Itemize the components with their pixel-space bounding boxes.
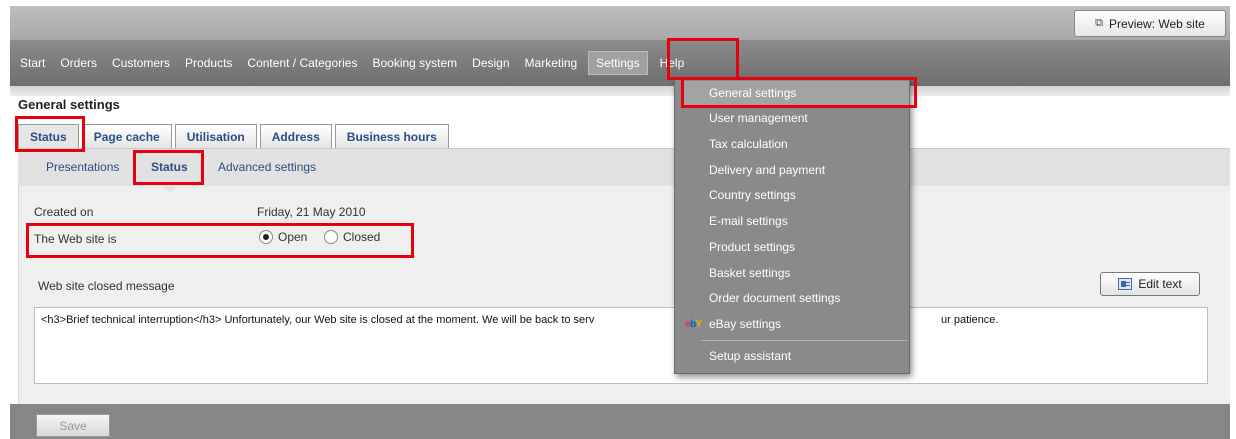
subtab-pointer xyxy=(160,184,180,192)
nav-item-products[interactable]: Products xyxy=(185,56,232,70)
tab-status[interactable]: Status xyxy=(18,124,79,148)
subtab-advanced-settings[interactable]: Advanced settings xyxy=(218,160,316,174)
menu-item-order-document-settings[interactable]: Order document settings xyxy=(675,286,911,310)
subtab-presentations[interactable]: Presentations xyxy=(46,160,119,174)
radio-closed-indicator[interactable] xyxy=(324,230,338,244)
radio-closed[interactable]: Closed xyxy=(324,230,380,244)
settings-tabs: Status Page cache Utilisation Address Bu… xyxy=(18,124,452,148)
nav-item-design[interactable]: Design xyxy=(472,56,509,70)
main-navigation: Start Orders Customers Products Content … xyxy=(10,40,1230,86)
radio-open-indicator[interactable] xyxy=(259,230,273,244)
nav-shadow xyxy=(10,86,1230,96)
created-on-value: Friday, 21 May 2010 xyxy=(257,205,366,219)
radio-open[interactable]: Open xyxy=(259,230,307,244)
menu-item-general-settings[interactable]: General settings xyxy=(683,81,909,105)
radio-open-label: Open xyxy=(278,230,308,244)
nav-item-settings[interactable]: Settings xyxy=(588,51,648,75)
nav-item-help[interactable]: Help xyxy=(660,56,685,70)
edit-text-button[interactable]: Edit text xyxy=(1100,272,1200,296)
menu-item-setup-assistant[interactable]: Setup assistant xyxy=(675,344,911,368)
created-on-label: Created on xyxy=(34,205,94,219)
closed-message-text: <h3>Brief technical interruption</h3> Un… xyxy=(41,314,595,326)
menu-item-basket-settings[interactable]: Basket settings xyxy=(675,261,911,285)
menu-item-user-management[interactable]: User management xyxy=(675,106,911,130)
nav-item-customers[interactable]: Customers xyxy=(112,56,170,70)
menu-item-ebay-settings[interactable]: ebY eBay settings xyxy=(675,312,911,336)
external-link-icon: ⧉ xyxy=(1095,17,1104,29)
menu-item-product-settings[interactable]: Product settings xyxy=(675,235,911,259)
top-bar: ⧉ Preview: Web site xyxy=(10,6,1230,40)
menu-item-country-settings[interactable]: Country settings xyxy=(675,183,911,207)
tab-utilisation[interactable]: Utilisation xyxy=(174,124,257,148)
closed-message-label: Web site closed message xyxy=(38,279,175,293)
page-title: General settings xyxy=(18,97,120,112)
tab-business-hours[interactable]: Business hours xyxy=(334,124,449,148)
nav-item-booking-system[interactable]: Booking system xyxy=(372,56,457,70)
settings-dropdown-menu: General settings User management Tax cal… xyxy=(674,78,910,374)
preview-website-label: Preview: Web site xyxy=(1109,16,1205,31)
preview-website-button[interactable]: ⧉ Preview: Web site xyxy=(1074,10,1226,37)
menu-item-delivery-and-payment[interactable]: Delivery and payment xyxy=(675,158,911,182)
tab-address[interactable]: Address xyxy=(259,124,332,148)
tab-page-cache[interactable]: Page cache xyxy=(81,124,172,148)
edit-document-icon xyxy=(1118,278,1133,290)
menu-item-email-settings[interactable]: E-mail settings xyxy=(675,209,911,233)
radio-closed-label: Closed xyxy=(343,230,381,244)
subtab-status[interactable]: Status xyxy=(151,160,188,174)
nav-item-content-categories[interactable]: Content / Categories xyxy=(247,56,357,70)
menu-separator xyxy=(701,340,907,341)
menu-item-tax-calculation[interactable]: Tax calculation xyxy=(675,132,911,156)
edit-text-label: Edit text xyxy=(1138,277,1182,291)
menu-item-ebay-settings-label: eBay settings xyxy=(709,317,782,331)
nav-item-start[interactable]: Start xyxy=(20,56,45,70)
ebay-logo-icon: ebY xyxy=(685,318,702,330)
website-status-label: The Web site is xyxy=(34,232,117,246)
nav-item-marketing[interactable]: Marketing xyxy=(525,56,578,70)
save-button[interactable]: Save xyxy=(36,414,110,437)
subtab-bar xyxy=(18,148,1230,186)
footer-bar xyxy=(10,404,1230,439)
nav-item-orders[interactable]: Orders xyxy=(60,56,97,70)
closed-message-textarea[interactable]: <h3>Brief technical interruption</h3> Un… xyxy=(34,307,1208,384)
closed-message-text-tail: ur patience. xyxy=(941,314,999,326)
